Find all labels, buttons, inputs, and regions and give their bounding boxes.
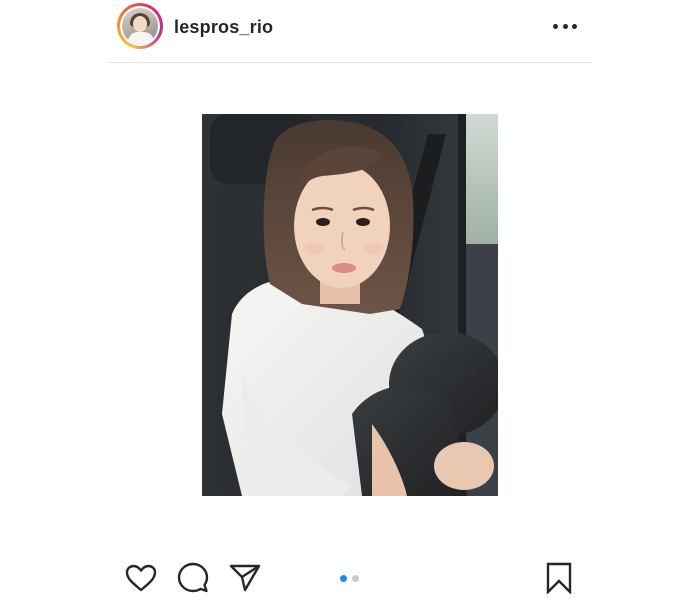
carousel-dot bbox=[352, 575, 359, 582]
post-header: lespros_rio bbox=[107, 0, 593, 63]
heart-icon[interactable] bbox=[121, 558, 161, 598]
story-ring[interactable] bbox=[117, 3, 163, 49]
profile-avatar bbox=[122, 8, 158, 44]
post-photo[interactable] bbox=[202, 114, 498, 496]
bookmark-icon[interactable] bbox=[539, 558, 579, 598]
instagram-post: lespros_rio bbox=[0, 0, 700, 600]
more-options-icon[interactable] bbox=[553, 18, 577, 34]
photo-illustration bbox=[202, 114, 498, 496]
comment-icon[interactable] bbox=[173, 558, 213, 598]
username-link[interactable]: lespros_rio bbox=[174, 17, 273, 38]
carousel-indicator bbox=[340, 575, 359, 582]
carousel-dot-active bbox=[340, 575, 347, 582]
paper-plane-icon[interactable] bbox=[225, 558, 265, 598]
action-bar bbox=[107, 558, 593, 600]
